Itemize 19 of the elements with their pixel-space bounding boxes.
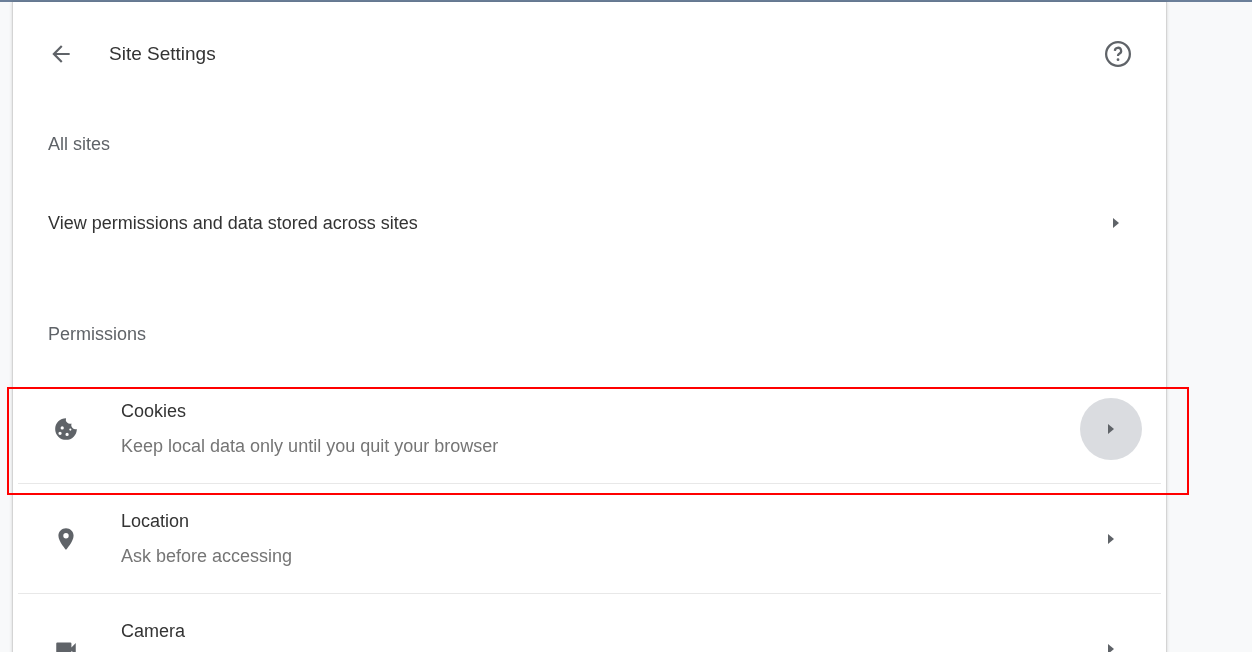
section-heading: Permissions [48, 323, 147, 346]
row-description: Ask before accessing [121, 545, 294, 568]
row-title: Camera [121, 620, 187, 643]
settings-row[interactable]: Location Ask before accessing [18, 484, 1161, 594]
section-heading: All sites [48, 132, 110, 156]
caret-icon [1107, 643, 1115, 652]
settings-row[interactable]: Cookies Keep local data only until you quit your browser [18, 374, 1161, 484]
row-title: View permissions and data stored across sites [48, 211, 419, 235]
help-icon[interactable] [1103, 39, 1133, 69]
caret-icon [1112, 217, 1120, 229]
caret-icon [1107, 422, 1115, 435]
settings-row[interactable]: Camera [18, 594, 1161, 652]
row-title: Cookies [121, 400, 188, 423]
page-title: Site Settings [109, 41, 217, 66]
row-description: Keep local data only until you quit your browser [121, 435, 500, 458]
caret-icon [1107, 532, 1115, 545]
cookie-icon [53, 415, 79, 442]
settings-row[interactable]: View permissions and data stored across sites [13, 169, 1166, 277]
row-title: Location [121, 510, 191, 533]
